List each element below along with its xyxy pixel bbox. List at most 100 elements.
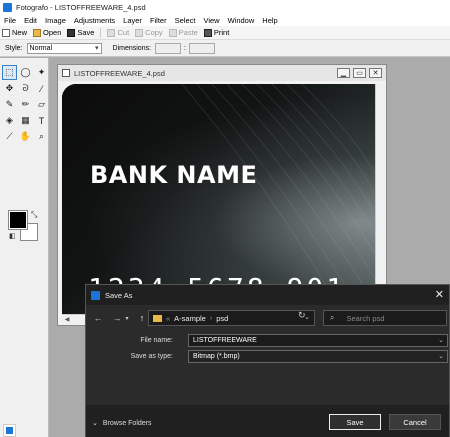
taskbar-app-icon[interactable] xyxy=(3,424,16,437)
zoom-tool[interactable]: ⌕ xyxy=(34,129,49,144)
document-titlebar: LISTOFFREEWARE_4.psd ▁ ▭ ✕ xyxy=(58,65,386,81)
app-title: Fotografo - LISTOFFREEWARE_4.psd xyxy=(16,2,146,12)
text-tool[interactable]: T xyxy=(34,113,49,128)
save-type-label: Save as type: xyxy=(130,353,173,360)
file-name-label: File name: xyxy=(140,337,173,344)
clipboard-icon xyxy=(168,28,177,37)
cut-button[interactable]: Cut xyxy=(107,28,129,37)
magic-wand-tool[interactable]: ✦ xyxy=(34,65,49,80)
eyedropper-icon: ⁄ xyxy=(40,83,43,94)
dialog-close-icon[interactable]: ✕ xyxy=(435,288,444,301)
copy-label: Copy xyxy=(145,28,163,37)
open-button[interactable]: Open xyxy=(33,28,61,37)
toolbar-separator xyxy=(100,27,102,38)
zoom-icon: ⌕ xyxy=(38,131,45,141)
file-name-dropdown-icon[interactable]: ⌄ xyxy=(438,336,444,344)
fill-tool[interactable]: ◈ xyxy=(2,113,17,128)
width-input[interactable] xyxy=(155,42,182,54)
move-tool[interactable]: ✥ xyxy=(2,81,17,96)
chevron-down-icon: ⌄ xyxy=(92,420,98,427)
recent-dropdown-icon[interactable]: ▾ xyxy=(124,315,130,322)
save-as-dialog: Save As ✕ ← → ▾ ↑ « A-sample › psd ⌄ ↻ ⌕… xyxy=(85,284,450,437)
image-canvas[interactable]: BANK NAME 1234 5678 901 xyxy=(62,84,375,314)
paste-button[interactable]: Paste xyxy=(168,28,198,37)
path-chevron-icon: › xyxy=(209,314,213,322)
main-toolbar: New Open Save Cut Copy Paste Print xyxy=(0,26,450,40)
menu-window[interactable]: Window xyxy=(228,16,255,25)
window-controls: ▁ ▭ ✕ xyxy=(334,68,382,78)
lasso-tool[interactable]: ᘐ xyxy=(18,81,33,96)
rect-select-tool[interactable]: ⬚ xyxy=(2,65,17,80)
search-placeholder: Search psd xyxy=(346,313,385,323)
maximize-button[interactable]: ▭ xyxy=(353,68,366,78)
scroll-left-icon[interactable]: ◀ xyxy=(62,315,72,324)
browse-folders-label: Browse Folders xyxy=(102,419,152,427)
save-button[interactable]: Save xyxy=(67,28,94,37)
scissors-icon xyxy=(107,28,116,37)
printer-icon xyxy=(203,28,212,37)
new-label: New xyxy=(12,28,28,37)
forward-arrow-icon[interactable]: → xyxy=(110,313,124,323)
text-icon: T xyxy=(38,115,45,126)
eraser-tool[interactable]: ▱ xyxy=(34,97,49,112)
hand-tool[interactable]: ✋ xyxy=(18,129,33,144)
menu-layer[interactable]: Layer xyxy=(123,16,142,25)
dialog-titlebar: Save As ✕ xyxy=(86,285,449,305)
refresh-icon[interactable]: ↻ xyxy=(298,310,306,321)
height-input[interactable] xyxy=(188,42,215,54)
menu-select[interactable]: Select xyxy=(175,16,196,25)
reset-colors-icon[interactable]: ◧ xyxy=(9,232,16,240)
address-bar[interactable]: « A-sample › psd ⌄ xyxy=(148,310,315,326)
browse-folders-toggle[interactable]: ⌄ Browse Folders xyxy=(92,419,152,428)
file-name-input[interactable]: LISTOFFREEWARE ⌄ xyxy=(188,334,448,347)
search-box[interactable]: ⌕ Search psd xyxy=(323,310,447,326)
print-button[interactable]: Print xyxy=(203,28,229,37)
pencil-tool[interactable]: ✏ xyxy=(18,97,33,112)
folder-icon xyxy=(153,314,162,322)
menu-file[interactable]: File xyxy=(4,16,16,25)
foreground-color-swatch[interactable] xyxy=(8,210,28,230)
menu-edit[interactable]: Edit xyxy=(24,16,37,25)
close-button[interactable]: ✕ xyxy=(369,68,382,78)
dimensions-label: Dimensions: xyxy=(112,44,152,52)
menu-view[interactable]: View xyxy=(203,16,219,25)
dialog-footer: ⌄ Browse Folders Save Cancel xyxy=(86,405,449,437)
save-type-dropdown-icon: ⌄ xyxy=(438,353,444,360)
brush-tool[interactable]: ✎ xyxy=(2,97,17,112)
menu-image[interactable]: Image xyxy=(45,16,66,25)
eyedropper-tool[interactable]: ⁄ xyxy=(34,81,49,96)
dialog-cancel-button[interactable]: Cancel xyxy=(389,414,441,430)
dialog-nav-row: ← → ▾ ↑ « A-sample › psd ⌄ ↻ ⌕ Search ps… xyxy=(86,307,449,329)
menu-filter[interactable]: Filter xyxy=(150,16,167,25)
fill-icon: ◈ xyxy=(6,115,13,125)
document-icon xyxy=(62,69,70,77)
app-icon xyxy=(3,2,12,12)
new-button[interactable]: New xyxy=(2,28,27,37)
color-picker-tool[interactable]: ⟋ xyxy=(2,129,17,144)
save-type-select[interactable]: Bitmap (*.bmp) ⌄ xyxy=(188,350,448,363)
minimize-button[interactable]: ▁ xyxy=(337,68,350,78)
bank-name-text: BANK NAME xyxy=(90,161,258,189)
copy-button[interactable]: Copy xyxy=(135,28,163,37)
app-titlebar: Fotografo - LISTOFFREEWARE_4.psd xyxy=(0,0,450,14)
menu-help[interactable]: Help xyxy=(262,16,277,25)
path-subfolder[interactable]: psd xyxy=(216,314,228,323)
magic-wand-icon: ✦ xyxy=(37,67,46,77)
save-label: Save xyxy=(77,28,95,37)
tool-palette: ⬚ ◯ ✦ ✥ ᘐ ⁄ ✎ ✏ ▱ ◈ ▦ T ⟋ ✋ ⌕ ⤡ ◧ xyxy=(0,58,49,437)
gradient-tool[interactable]: ▦ xyxy=(18,113,33,128)
back-arrow-icon[interactable]: ← xyxy=(91,313,105,323)
brush-icon: ✎ xyxy=(5,99,14,109)
dialog-app-icon xyxy=(91,290,100,300)
path-folder[interactable]: A-sample xyxy=(174,314,206,323)
search-icon: ⌕ xyxy=(330,313,335,322)
rect-select-icon: ⬚ xyxy=(5,67,14,77)
dialog-save-button[interactable]: Save xyxy=(329,414,381,430)
ellipse-select-tool[interactable]: ◯ xyxy=(18,65,33,80)
tool-grid: ⬚ ◯ ✦ ✥ ᘐ ⁄ ✎ ✏ ▱ ◈ ▦ T ⟋ ✋ ⌕ xyxy=(2,65,49,144)
style-select[interactable]: Normal xyxy=(26,42,102,54)
up-arrow-icon[interactable]: ↑ xyxy=(135,313,149,323)
menu-adjustments[interactable]: Adjustments xyxy=(74,16,115,25)
swap-colors-icon[interactable]: ⤡ xyxy=(31,210,37,220)
vertical-scrollbar[interactable] xyxy=(375,84,385,314)
